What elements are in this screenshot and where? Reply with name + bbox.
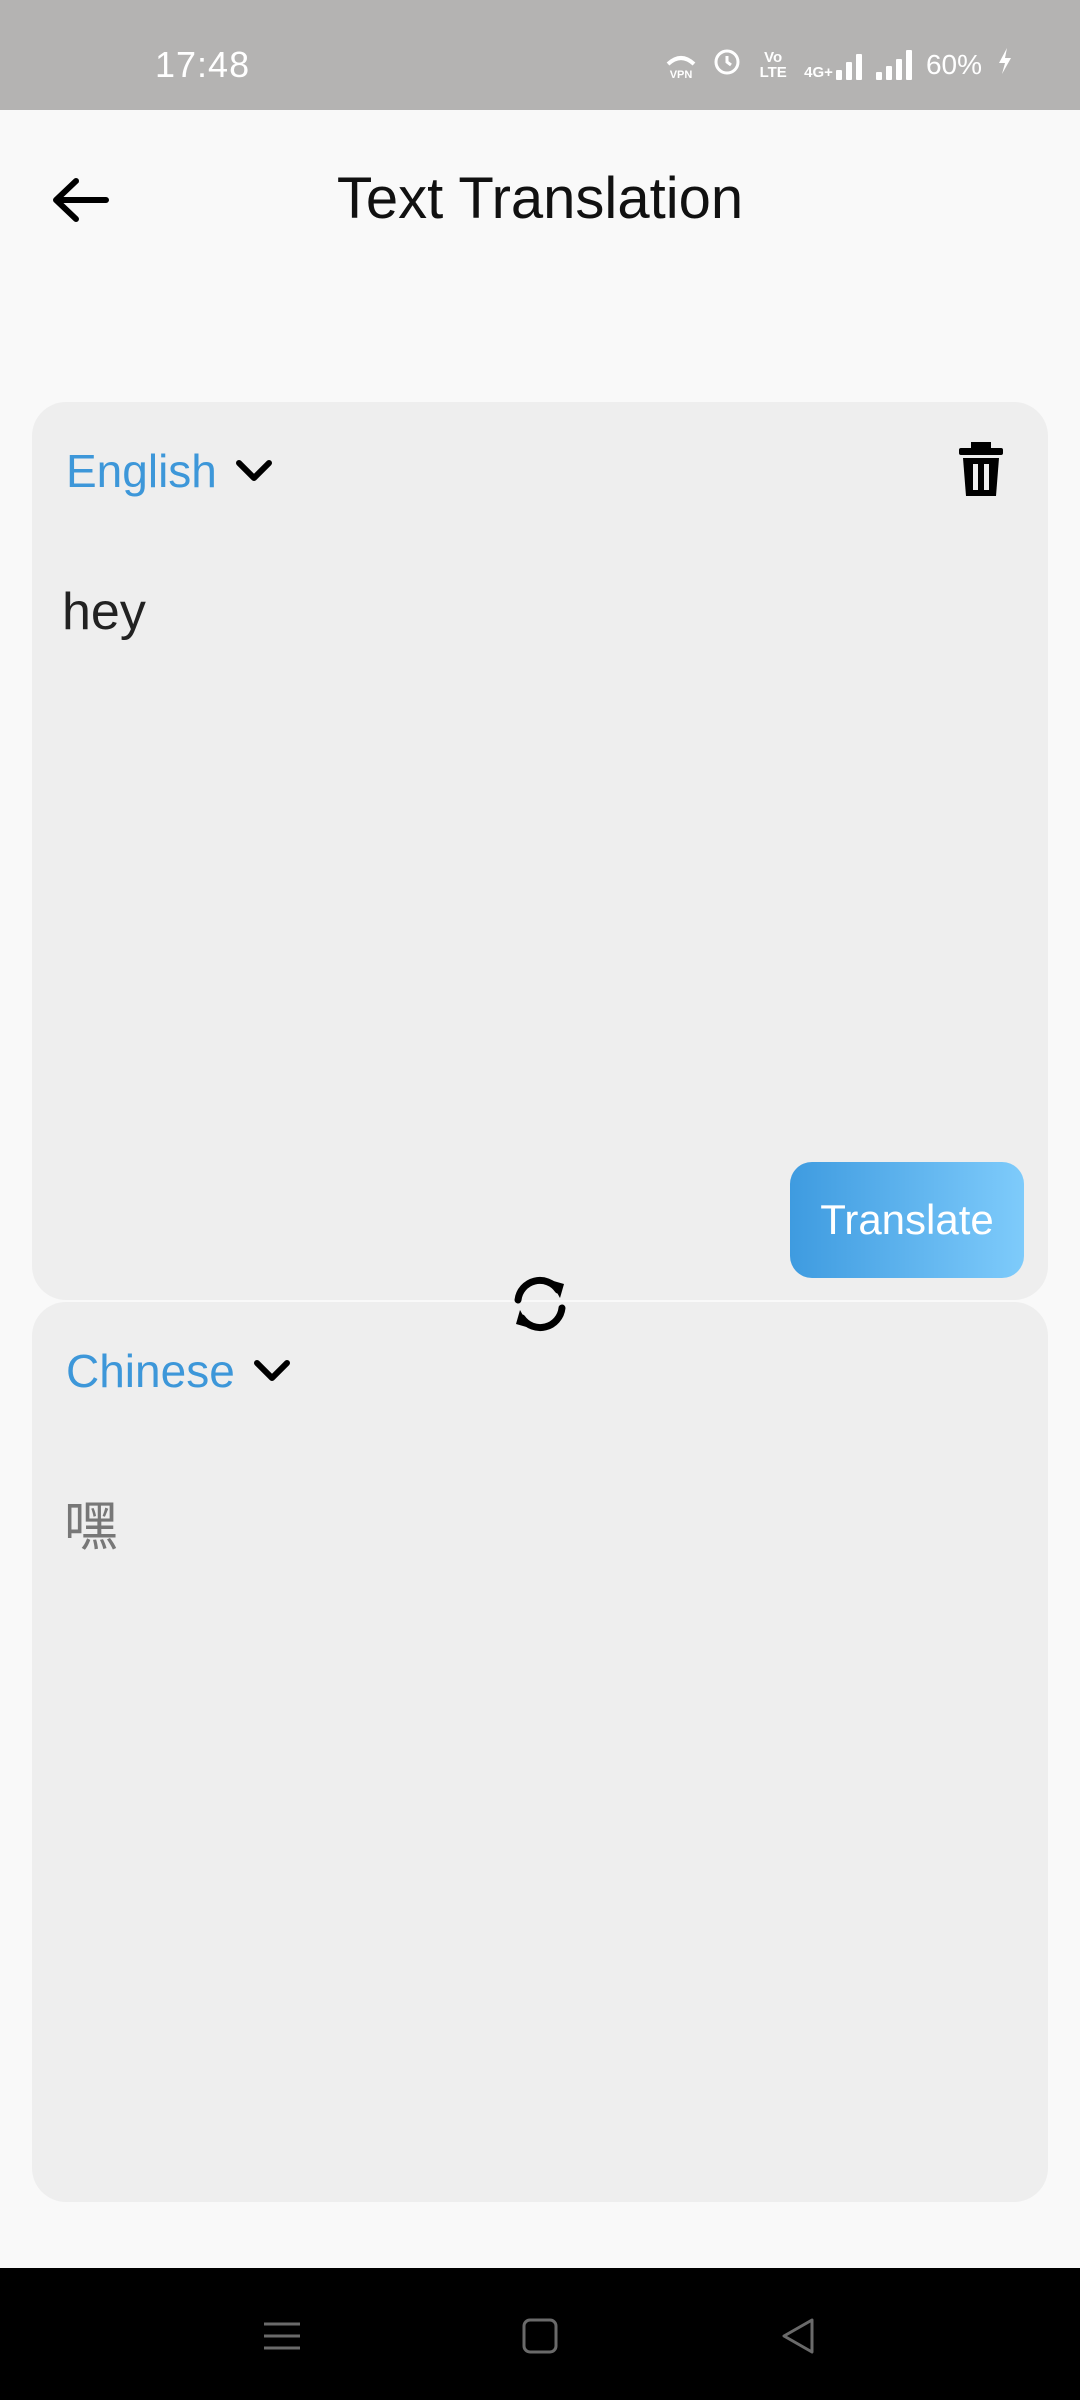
trash-icon <box>959 442 1003 496</box>
status-bar: 17:48 VPN Vo LTE 4G+ 60% <box>0 0 1080 110</box>
back-triangle-icon <box>782 2318 814 2354</box>
page-title: Text Translation <box>336 166 744 231</box>
home-icon <box>522 2318 558 2354</box>
volte-icon: Vo LTE <box>759 48 787 81</box>
source-card: English hey Translate <box>32 402 1048 1300</box>
target-language-label: Chinese <box>66 1345 235 1397</box>
source-language-selector[interactable]: English <box>66 444 273 498</box>
chevron-down-icon <box>235 460 272 481</box>
charging-icon <box>996 46 1014 83</box>
vpn-label: VPN <box>670 69 693 80</box>
home-button[interactable] <box>508 2304 572 2368</box>
recent-apps-button[interactable] <box>250 2304 314 2368</box>
network-4g-icon: 4G+ <box>804 50 862 80</box>
menu-icon <box>264 2322 300 2350</box>
target-card: Chinese 嘿 <box>32 1302 1048 2202</box>
app-bar: Text Translation <box>0 110 1080 290</box>
swap-languages-button[interactable] <box>504 1268 576 1340</box>
source-text-input[interactable]: hey <box>62 582 1008 642</box>
network-label: 4G+ <box>804 63 833 81</box>
translated-text: 嘿 <box>64 1497 118 1557</box>
swap-icon <box>514 1277 566 1331</box>
status-icons: VPN Vo LTE 4G+ 60% <box>664 46 1014 83</box>
system-nav-bar <box>0 2268 1080 2400</box>
alarm-icon <box>712 46 742 83</box>
battery-level: 60% <box>925 48 982 80</box>
nav-back-button[interactable] <box>766 2304 830 2368</box>
target-language-selector[interactable]: Chinese <box>66 1344 291 1398</box>
status-time: 17:48 <box>155 44 251 85</box>
translate-button[interactable]: Translate <box>790 1162 1024 1278</box>
chevron-down-icon <box>253 1360 290 1381</box>
clear-text-button[interactable] <box>946 434 1016 504</box>
vpn-icon: VPN <box>664 50 698 80</box>
signal-strength-icon <box>875 49 912 80</box>
source-language-label: English <box>66 445 217 497</box>
